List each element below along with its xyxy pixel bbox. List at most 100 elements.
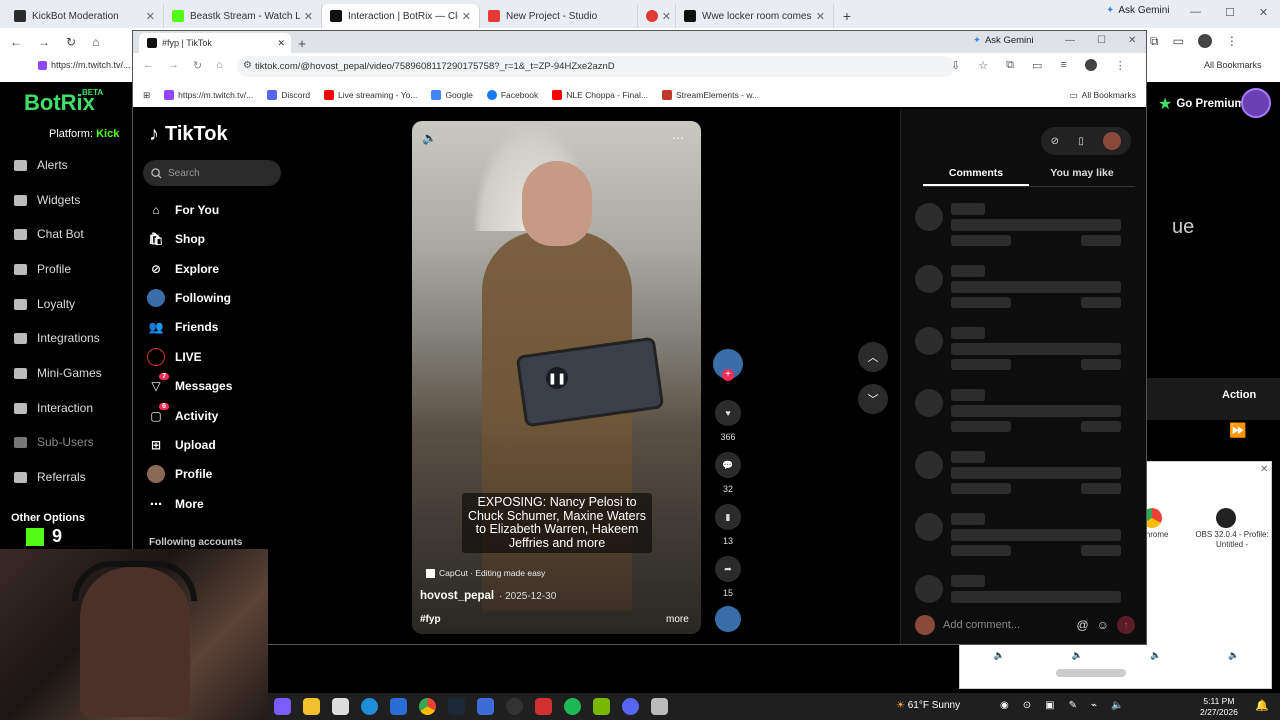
go-premium-button[interactable]: ★ Go Premium — [1158, 94, 1245, 114]
botrix-nav-mini-games[interactable]: Mini-Games — [14, 363, 102, 383]
home-icon[interactable]: ⌂ — [216, 59, 223, 72]
discord-icon[interactable] — [622, 698, 639, 715]
site-info-icon[interactable]: ⚙ — [243, 60, 252, 71]
tray-icon[interactable]: ✎ — [1069, 700, 1077, 711]
share-button[interactable]: ➦ 15 — [713, 556, 743, 598]
sidepanel-icon[interactable]: ▭ — [1032, 59, 1042, 72]
speaker-icon[interactable]: 🔈 — [1228, 650, 1239, 664]
bookmark-twitch[interactable]: https://m.twitch.tv/... — [164, 90, 253, 100]
nav-friends[interactable]: 👥 Friends — [147, 316, 219, 338]
notification-icon[interactable]: 🔔 — [1255, 699, 1269, 712]
save-button[interactable]: ▮ 13 — [713, 504, 743, 546]
outer-tab[interactable]: Beastk Stream - Watch Live on ✕ — [164, 4, 322, 28]
close-icon[interactable]: ✕ — [146, 10, 155, 23]
app-icon[interactable] — [535, 698, 552, 715]
comment-input[interactable]: Add comment... — [943, 619, 1069, 631]
all-bookmarks-button[interactable]: ▭ All Bookmarks — [1070, 90, 1136, 101]
avatar[interactable] — [1197, 34, 1212, 48]
apps-icon[interactable]: ⊞ — [143, 90, 150, 101]
star-icon[interactable]: ☆ — [978, 59, 988, 72]
spotify-icon[interactable] — [564, 698, 581, 715]
tray-icon[interactable]: ▣ — [1045, 700, 1054, 711]
volume-icon[interactable]: 🔈 — [422, 131, 437, 145]
nav-following[interactable]: Following — [147, 287, 231, 309]
back-icon[interactable]: ← — [10, 35, 22, 49]
tab-comments[interactable]: Comments — [923, 161, 1029, 186]
botrix-nav-alerts[interactable]: Alerts — [14, 155, 68, 175]
url-text[interactable]: tiktok.com/@hovost_pepal/video/758960811… — [255, 61, 615, 72]
tray-icon[interactable]: ◉ — [1000, 700, 1009, 711]
nav-more[interactable]: ⋯ More — [147, 493, 204, 515]
outer-tab[interactable]: Wwe locker room comes out to ✕ — [676, 4, 834, 28]
maximize-icon[interactable]: ☐ — [1097, 35, 1106, 46]
store-icon[interactable] — [332, 698, 349, 715]
creator-avatar[interactable]: + — [713, 349, 743, 385]
video-author[interactable]: hovost_pepal — [420, 590, 494, 602]
all-bookmarks-button[interactable]: All Bookmarks — [1204, 60, 1262, 70]
copilot-icon[interactable] — [274, 698, 291, 715]
more-options-icon[interactable]: ⋯ — [672, 131, 684, 145]
previous-video-button[interactable]: ︿ — [858, 342, 888, 372]
bookmark-youtube[interactable]: Live streaming - Yo... — [324, 90, 417, 100]
emoji-icon[interactable]: ☺ — [1097, 618, 1109, 632]
app-icon[interactable] — [651, 698, 668, 715]
home-icon[interactable]: ⌂ — [92, 35, 99, 49]
ask-gemini-button[interactable]: ✦ Ask Gemini — [1106, 5, 1170, 16]
avatar[interactable] — [1103, 132, 1122, 150]
botrix-nav-chat-bot[interactable]: Chat Bot — [14, 224, 84, 244]
outer-bookmark[interactable]: https://m.twitch.tv/... — [38, 60, 131, 70]
chrome-icon[interactable] — [419, 698, 436, 715]
skip-icon[interactable]: ⏩ — [1229, 422, 1246, 439]
more-link[interactable]: more — [666, 614, 689, 625]
nav-shop[interactable]: 🛍 Shop — [147, 228, 205, 250]
bookmark-youtube-nle[interactable]: NLE Choppa - Final... — [552, 90, 648, 100]
extensions-icon[interactable]: ⧉ — [1150, 34, 1159, 49]
install-icon[interactable]: ⇩ — [951, 59, 960, 72]
reload-icon[interactable]: ↻ — [66, 35, 76, 49]
forward-icon[interactable]: → — [38, 35, 50, 49]
close-icon[interactable]: ✕ — [1259, 6, 1268, 19]
botrix-nav-integrations[interactable]: Integrations — [14, 328, 100, 348]
botrix-nav-sub-users[interactable]: Sub-Users — [14, 432, 94, 452]
botrix-nav-interaction[interactable]: Interaction — [14, 398, 93, 418]
botrix-nav-referrals[interactable]: Referrals — [14, 467, 86, 487]
app-icon[interactable] — [477, 698, 494, 715]
media-icon[interactable]: ≡ — [1060, 59, 1066, 72]
search-input[interactable]: Search — [143, 160, 281, 186]
network-icon[interactable]: ⌁ — [1091, 700, 1097, 711]
bookmark-google[interactable]: Google — [431, 90, 473, 100]
outer-tab[interactable]: Interaction | BotRix — Cloud Sh ✕ — [322, 4, 480, 28]
comment-button[interactable]: 💬 32 — [713, 452, 743, 494]
nav-for-you[interactable]: ⌂ For You — [147, 199, 219, 221]
compass-icon[interactable]: ⊘ — [1051, 136, 1059, 147]
horizontal-scrollbar[interactable] — [1056, 669, 1126, 677]
steam-icon[interactable] — [448, 698, 465, 715]
nav-activity[interactable]: ▢ 6 Activity — [147, 403, 218, 427]
outer-tab[interactable]: KickBot Moderation ✕ — [6, 4, 164, 28]
inner-tab-tiktok[interactable]: #fyp | TikTok ✕ — [139, 33, 291, 53]
botrix-nav-profile[interactable]: Profile — [14, 259, 71, 279]
nav-upload[interactable]: ⊞ Upload — [147, 434, 216, 456]
file-explorer-icon[interactable] — [303, 698, 320, 715]
outlook-icon[interactable] — [390, 698, 407, 715]
new-tab-button[interactable]: + — [834, 4, 860, 28]
bookmark-facebook[interactable]: Facebook — [486, 90, 538, 100]
speaker-icon[interactable]: 🔈 — [1072, 650, 1083, 664]
follow-plus-icon[interactable]: + — [722, 369, 734, 381]
menu-icon[interactable]: ⋮ — [1226, 34, 1238, 49]
bookmark-discord[interactable]: Discord — [267, 90, 310, 100]
menu-icon[interactable]: ⋮ — [1115, 59, 1126, 72]
botrix-nav-loyalty[interactable]: Loyalty — [14, 294, 75, 314]
close-icon[interactable]: ✕ — [816, 10, 825, 23]
maximize-icon[interactable]: ☐ — [1225, 6, 1235, 19]
avatar[interactable] — [1241, 88, 1271, 118]
back-icon[interactable]: ← — [143, 59, 154, 72]
nav-profile[interactable]: Profile — [147, 463, 212, 485]
bookmark-streamelements[interactable]: StreamElements - w... — [661, 90, 759, 100]
cast-icon[interactable]: ▭ — [1173, 34, 1184, 49]
video-player[interactable]: 🔈 ⋯ ❚❚ EXPOSING: Nancy Pelosi to Chuck S… — [412, 121, 701, 634]
speaker-icon[interactable]: 🔈 — [1150, 650, 1161, 664]
forward-icon[interactable]: → — [168, 59, 179, 72]
sound-avatar[interactable] — [713, 606, 743, 638]
send-icon[interactable]: ↑ — [1117, 616, 1135, 634]
